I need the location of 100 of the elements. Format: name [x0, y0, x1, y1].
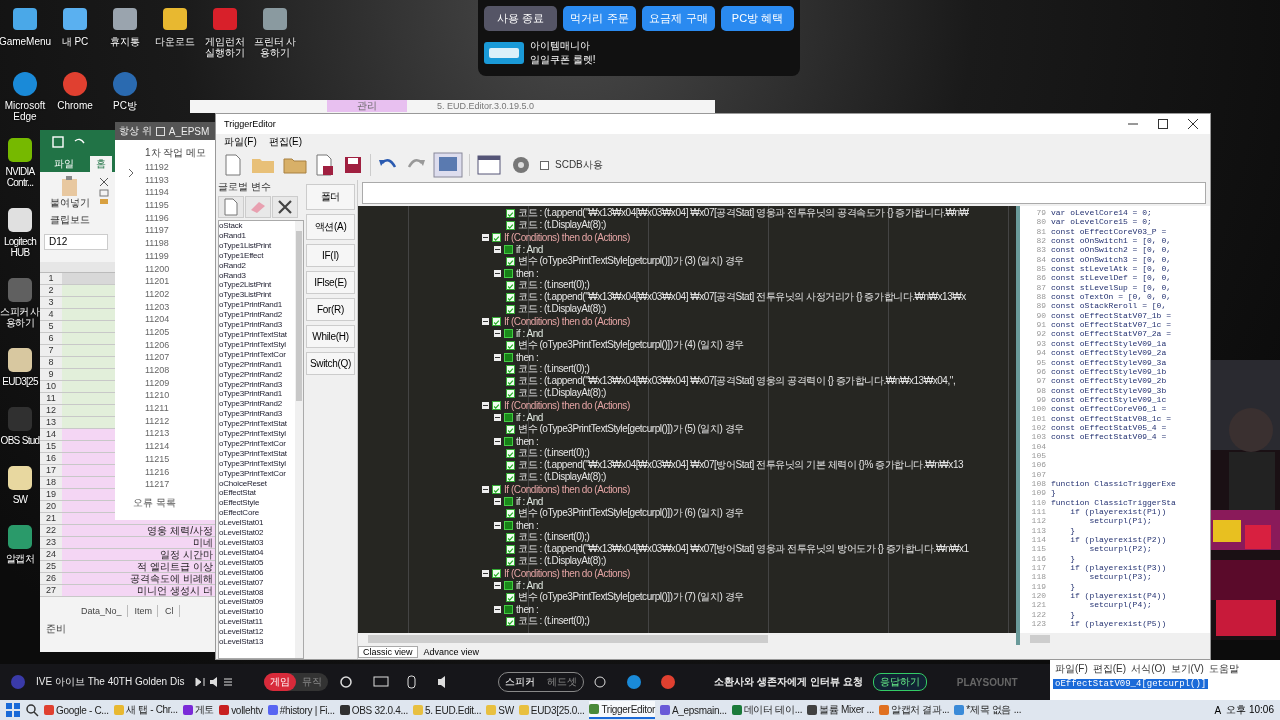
node-checkbox[interactable]: [506, 220, 515, 230]
variable-item[interactable]: oType3PrintTextStyl: [219, 458, 295, 469]
tree-node-label[interactable]: then :: [516, 603, 539, 615]
playback-controls-icon[interactable]: [194, 676, 235, 688]
variable-item[interactable]: oType1PrintTextCor: [219, 349, 295, 360]
output-toggle[interactable]: 헤드셋: [541, 673, 584, 691]
tree-node-label[interactable]: 코드 : (t.append("₩x13₩x04[₩x03₩x04] ₩x07[방어Stat] 전투유닛의 기본 체력이 {}% 증가합니다.₩n₩x13: [518, 458, 964, 472]
variable-item[interactable]: oType3PrintRand2: [219, 399, 295, 410]
variable-item[interactable]: oType3PrintRand3: [219, 409, 295, 420]
tree-node-label[interactable]: If (Conditions) then do (Actions): [504, 399, 630, 411]
error-list-label[interactable]: 오류 목록: [133, 495, 215, 510]
taskbar-item[interactable]: *제목 없음 ...: [954, 701, 1022, 719]
mode-toggle[interactable]: 뮤직: [296, 673, 329, 691]
node-checkbox[interactable]: [506, 532, 515, 542]
tree-node-label[interactable]: 코드 : (t.DisplayAt(8);): [518, 470, 606, 484]
tree-node-label[interactable]: if : And: [516, 243, 543, 255]
icon-label[interactable]: 스피커 사용하기: [0, 306, 40, 328]
memo-tab[interactable]: 1차 작업 메모: [115, 140, 215, 162]
app-icon[interactable]: [5, 136, 35, 164]
variable-item[interactable]: oLevelStat10: [219, 607, 295, 618]
taskbar-item[interactable]: 새 탭 - Chr...: [113, 701, 178, 719]
menu-item[interactable]: 편집(E): [1092, 662, 1127, 676]
node-checkbox[interactable]: [506, 592, 515, 602]
variable-item[interactable]: oType3PrintTextStat: [219, 448, 295, 459]
variable-item[interactable]: oLevelStat06: [219, 567, 295, 578]
variable-item[interactable]: oType3PrintRand1: [219, 389, 295, 400]
collapse-toggle[interactable]: [494, 329, 501, 337]
tree-node-label[interactable]: 코드 : (t.DisplayAt(8);): [518, 218, 606, 232]
view-tab[interactable]: Classic view: [358, 646, 418, 658]
tree-node-label[interactable]: 변수 (oType3PrintTextStyle[getcurpl()])가 (7) (일치) 경우: [518, 590, 744, 604]
tree-node-label[interactable]: 코드 : (t.insert(0);): [518, 530, 590, 544]
icon-label[interactable]: PC방: [113, 100, 137, 111]
icon-label[interactable]: Logitech HUB: [0, 236, 40, 258]
clipboard-tools-icon[interactable]: [98, 176, 110, 206]
variable-item[interactable]: oLevelStat04: [219, 547, 295, 558]
collapse-toggle[interactable]: [494, 581, 501, 589]
taskbar-item[interactable]: 알캡처 결과...: [878, 701, 950, 719]
variable-item[interactable]: oType2PrintTextCor: [219, 438, 295, 449]
variable-item[interactable]: oRand2: [219, 260, 295, 271]
variable-item[interactable]: oType2PrintRand3: [219, 379, 295, 390]
node-checkbox[interactable]: [506, 544, 515, 554]
tree-node-label[interactable]: 코드 : (t.DisplayAt(8);): [518, 386, 606, 400]
icon-label[interactable]: SW: [12, 494, 28, 505]
banner-subtitle[interactable]: 일일쿠폰 룰렛!: [530, 53, 596, 67]
action-button[interactable]: While(H): [306, 325, 355, 348]
paste-label[interactable]: 붙여넣기: [50, 196, 90, 210]
node-checkbox[interactable]: [506, 364, 515, 374]
pin-checkbox[interactable]: [155, 126, 165, 136]
variable-item[interactable]: oLevelStat12: [219, 627, 295, 638]
collapse-toggle[interactable]: [482, 485, 489, 493]
collapse-toggle[interactable]: [494, 269, 501, 277]
tree-node-label[interactable]: 코드 : (t.insert(0);): [518, 278, 590, 292]
taskbar-item[interactable]: 볼륨 Mixer ...: [807, 701, 874, 719]
tree-node-label[interactable]: 코드 : (t.insert(0);): [518, 362, 590, 376]
variable-item[interactable]: oLevelStat08: [219, 587, 295, 598]
maximize-icon[interactable]: [1158, 119, 1168, 129]
node-checkbox[interactable]: [506, 280, 515, 290]
variable-item[interactable]: oType1PrintRand2: [219, 310, 295, 321]
variable-item[interactable]: oType1PrintTextStyl: [219, 339, 295, 350]
variable-item[interactable]: oLevelStat13: [219, 637, 295, 647]
taskbar-item[interactable]: 게토: [182, 701, 215, 719]
name-box[interactable]: D12: [44, 234, 108, 250]
collapse-toggle[interactable]: [494, 245, 501, 253]
variable-item[interactable]: oType3PrintTextCor: [219, 468, 295, 479]
variable-item[interactable]: oLevelStat03: [219, 538, 295, 548]
collapse-toggle[interactable]: [494, 605, 501, 613]
variable-item[interactable]: oRand3: [219, 270, 295, 281]
action-button[interactable]: 액션(A): [306, 214, 355, 240]
collapse-toggle[interactable]: [482, 317, 489, 325]
node-checkbox[interactable]: [492, 316, 501, 326]
panel-button[interactable]: 먹거리 주문: [563, 6, 636, 31]
collapse-toggle[interactable]: [494, 521, 501, 529]
tree-node-label[interactable]: If (Conditions) then do (Actions): [504, 315, 630, 327]
tree-node-label[interactable]: 변수 (oType3PrintTextStyle[getcurpl()])가 (5) (일치) 경우: [518, 422, 744, 436]
variable-item[interactable]: oType2PrintRand2: [219, 369, 295, 380]
menu-item[interactable]: 보기(V): [1170, 662, 1204, 676]
variable-item[interactable]: oType2PrintTextStat: [219, 419, 295, 430]
icon-label[interactable]: NVIDIA Contr...: [0, 166, 40, 188]
node-checkbox[interactable]: [506, 460, 515, 470]
icon-label[interactable]: Microsoft Edge: [0, 100, 50, 122]
checkbox-label[interactable]: SCDB사용: [555, 158, 603, 172]
output-toggle[interactable]: 스피커: [499, 673, 542, 691]
icon-label[interactable]: OBS Stud: [0, 435, 40, 446]
variable-item[interactable]: oType1ListPrint: [219, 240, 295, 251]
collapse-toggle[interactable]: [494, 437, 501, 445]
sheet-tab[interactable]: Cl: [160, 605, 180, 617]
variable-item[interactable]: oEffectStyle: [219, 498, 295, 509]
close-icon[interactable]: [1188, 119, 1198, 129]
view-tab[interactable]: Advance view: [419, 647, 484, 657]
variable-item[interactable]: oType3ListPrint: [219, 290, 295, 301]
taskbar-item[interactable]: 5. EUD.Edit...: [412, 701, 482, 719]
node-checkbox[interactable]: [492, 568, 501, 578]
taskbar-item[interactable]: TriggerEditor: [589, 701, 655, 719]
node-checkbox[interactable]: [506, 424, 515, 434]
taskbar-item[interactable]: vollehtv: [219, 701, 263, 719]
banner-logo-icon[interactable]: [484, 42, 524, 64]
icon-label[interactable]: 휴지통: [110, 36, 140, 47]
tree-node-label[interactable]: 코드 : (t.DisplayAt(8);): [518, 554, 606, 568]
action-button[interactable]: 폴더: [306, 184, 355, 210]
variable-item[interactable]: oLevelStat11: [219, 617, 295, 628]
